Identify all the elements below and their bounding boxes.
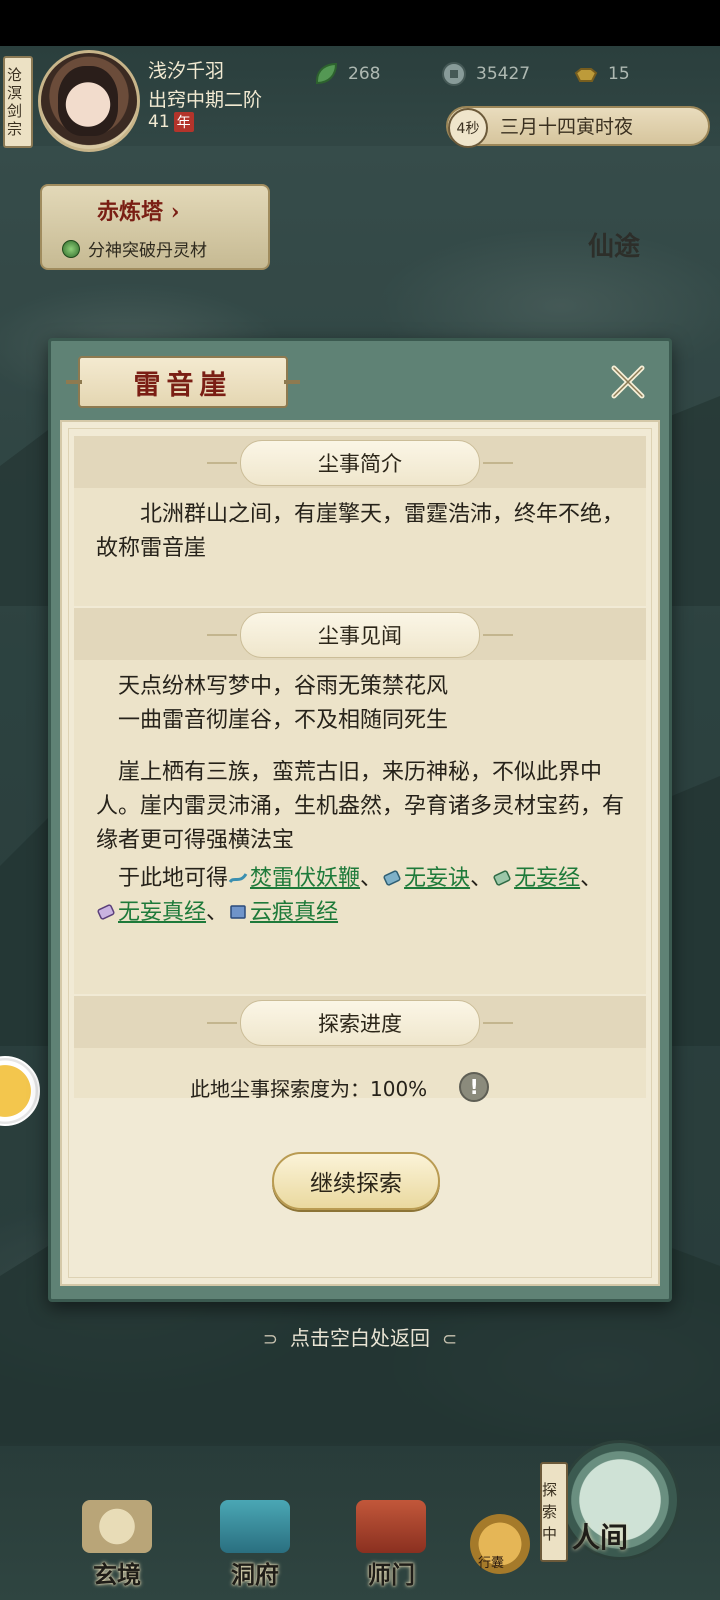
item-link[interactable]: 无妄经 <box>514 866 580 891</box>
poem-line-2: 一曲雷音彻崖谷，不及相随同死生 <box>96 704 624 738</box>
obtainable-items: 于此地可得 焚雷伏妖鞭、 无妄诀、 无妄经、无妄真经、 云痕真经 <box>96 862 624 930</box>
time-countdown: 4秒 <box>448 108 488 148</box>
intro-text: 北洲群山之间，有崖擎天，雷霆浩沛，终年不绝，故称雷音崖 <box>96 498 624 566</box>
poem-line-2-text: 一曲雷音彻崖谷，不及相随同死生 <box>118 708 449 733</box>
gold-ingot-icon <box>572 60 600 88</box>
realm-label: 人间 <box>572 1521 629 1554</box>
exploration-progress-text: 此地尘事探索度为：100% <box>190 1076 428 1101</box>
jade-orb-icon <box>62 239 80 258</box>
whip-item-icon <box>228 873 248 884</box>
hint-text: 点击空白处返回 <box>290 1326 430 1350</box>
continue-explore-button[interactable]: 继续探索 <box>272 1152 440 1210</box>
tower-title: 赤炼塔 › <box>97 194 180 226</box>
resource-coin[interactable]: 35427 <box>440 60 530 88</box>
intro-text-content: 北洲群山之间，有崖擎天，雷霆浩沛，终年不绝，故称雷音崖 <box>96 502 625 561</box>
resource-value: 35427 <box>476 64 531 84</box>
tap-blank-to-return-hint: ⊃ 点击空白处返回 ⊂ <box>0 1322 720 1351</box>
separator: 、 <box>206 900 229 925</box>
tower-subtitle: 分神突破丹灵材 <box>62 236 207 261</box>
separator: 、 <box>470 866 493 891</box>
resource-gold[interactable]: 15 <box>572 60 630 88</box>
jade-leaf-icon <box>312 60 340 88</box>
player-name: 浅汐千羽 <box>148 60 225 82</box>
item-link[interactable]: 无妄诀 <box>404 866 470 891</box>
scroll-item-icon <box>493 870 511 886</box>
book-item-icon <box>230 905 246 919</box>
player-age-value: 41 <box>148 112 170 132</box>
section-header-lore: 尘事见闻 <box>207 612 513 658</box>
resource-value: 15 <box>608 64 630 84</box>
explore-status-tag: 探索中 <box>540 1462 568 1562</box>
tab-xuanjing[interactable]: 玄境 <box>62 1500 172 1590</box>
system-status-bar <box>0 0 720 46</box>
tab-label: 洞府 <box>231 1560 279 1589</box>
dialog-title-plate: 雷音崖 <box>66 356 300 408</box>
cloud-swirl-icon: ⊂ <box>442 1329 458 1350</box>
chevron-right-icon: › <box>170 199 180 225</box>
tower-title-text: 赤炼塔 <box>97 199 164 225</box>
tab-label: 玄境 <box>93 1560 141 1589</box>
section-header-intro: 尘事简介 <box>207 440 513 486</box>
game-time-label: 三月十四寅时夜 <box>500 116 634 138</box>
poem-line-1: 天点纷林写梦中，谷雨无策禁花风 <box>96 670 624 704</box>
item-link[interactable]: 焚雷伏妖鞭 <box>250 866 360 891</box>
cloud-swirl-icon: ⊃ <box>262 1329 278 1350</box>
separator: 、 <box>360 866 383 891</box>
lore-description-text: 崖上栖有三族，蛮荒古旧，来历神秘，不似此界中人。崖内雷灵沛涌，生机盎然，孕育诸多… <box>96 760 625 853</box>
tab-label: 师门 <box>367 1560 415 1589</box>
exclamation-info-icon[interactable]: ! <box>459 1072 490 1102</box>
close-icon <box>611 365 645 399</box>
resource-value: 268 <box>348 64 381 84</box>
separator: 、 <box>580 866 603 891</box>
tab-shimen[interactable]: 师门 <box>336 1500 446 1590</box>
poem-line-1-text: 天点纷林写梦中，谷雨无策禁花风 <box>118 674 449 699</box>
scroll-icon <box>82 1500 152 1553</box>
avatar-portrait <box>58 66 118 136</box>
scroll-item-icon <box>383 870 401 886</box>
coin-icon <box>440 60 468 88</box>
close-button[interactable] <box>606 360 650 404</box>
exploration-progress: 此地尘事探索度为：100% ! <box>190 1072 490 1102</box>
obtain-prefix: 于此地可得 <box>118 866 229 891</box>
section-header-progress: 探索进度 <box>207 1000 513 1046</box>
player-age: 41 年 <box>148 112 194 132</box>
player-realm: 出窍中期二阶 <box>148 89 263 111</box>
banner-icon <box>356 1500 426 1553</box>
lore-description: 崖上栖有三族，蛮荒古旧，来历神秘，不似此界中人。崖内雷灵沛涌，生机盎然，孕育诸多… <box>96 756 624 858</box>
sect-tag: 沧溟剑宗 <box>3 56 33 148</box>
tower-subtitle-text: 分神突破丹灵材 <box>88 241 207 261</box>
scroll-item-icon <box>97 904 115 920</box>
tab-dongfu[interactable]: 洞府 <box>200 1500 310 1590</box>
bag-label: 行囊 <box>478 1556 505 1571</box>
lantern-icon <box>220 1500 290 1553</box>
player-age-unit: 年 <box>173 112 194 132</box>
item-link[interactable]: 云痕真经 <box>250 900 338 925</box>
resource-jade[interactable]: 268 <box>312 60 380 88</box>
item-link[interactable]: 无妄真经 <box>118 900 206 925</box>
xiantu-map-seal[interactable]: 仙途 <box>588 226 680 306</box>
dialog-title: 雷音崖 <box>133 369 233 401</box>
